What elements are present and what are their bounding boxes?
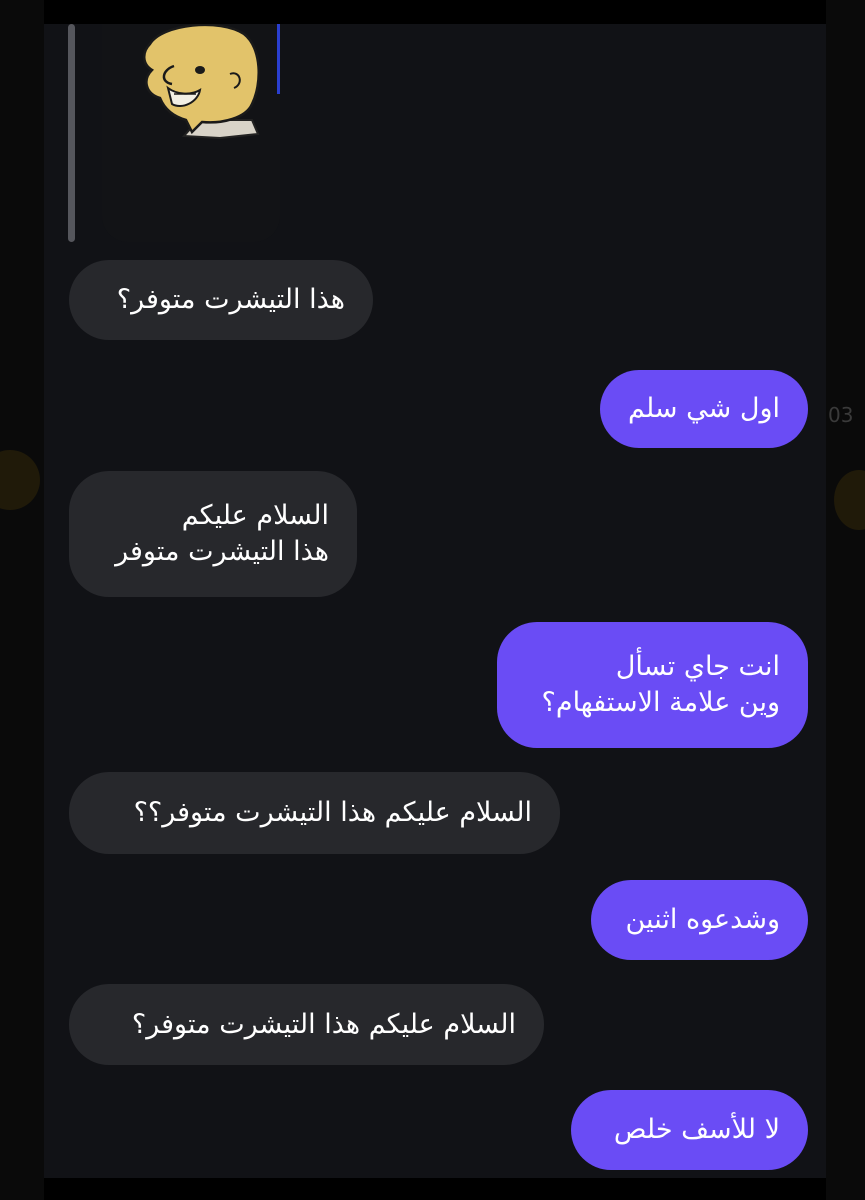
background-blur	[834, 470, 865, 530]
message-text: اول شي سلم	[628, 393, 780, 424]
background-left-strip	[0, 0, 44, 1200]
message-text: السلام عليكم	[181, 500, 329, 531]
message-bubble-incoming[interactable]: السلام عليكم هذا التيشرت متوفر؟؟	[69, 772, 560, 854]
message-bubble-outgoing[interactable]: وشدعوه اثنين	[591, 880, 808, 960]
message-text: هذا التيشرت متوفر؟	[116, 284, 345, 315]
shared-image-card[interactable]	[102, 24, 280, 242]
message-text: السلام عليكم هذا التيشرت متوفر؟؟	[133, 797, 532, 828]
message-bubble-incoming[interactable]: السلام عليكم هذا التيشرت متوفر	[69, 471, 357, 597]
message-text: انت جاي تسأل	[615, 651, 780, 682]
message-bubble-outgoing[interactable]: لا للأسف خلص	[571, 1090, 808, 1170]
message-bubble-outgoing[interactable]: انت جاي تسأل وين علامة الاستفهام؟	[497, 622, 808, 748]
background-right-strip	[826, 0, 865, 1200]
message-text: وشدعوه اثنين	[625, 904, 781, 935]
message-text: هذا التيشرت متوفر	[115, 536, 329, 567]
message-text: وين علامة الاستفهام؟	[541, 687, 780, 718]
cartoon-face-image	[102, 24, 280, 242]
screenshot-frame: 03 هذا التيشرت متوفر؟ اول شي سلم السلام …	[0, 0, 865, 1200]
message-text: لا للأسف خلص	[613, 1114, 780, 1145]
message-bubble-incoming[interactable]: السلام عليكم هذا التيشرت متوفر؟	[69, 984, 544, 1065]
reply-indicator-bar	[68, 24, 75, 242]
background-blur	[0, 450, 40, 510]
background-text: 03	[828, 403, 854, 427]
message-bubble-outgoing[interactable]: اول شي سلم	[600, 370, 808, 448]
message-text: السلام عليكم هذا التيشرت متوفر؟	[131, 1008, 516, 1040]
chat-thread[interactable]: هذا التيشرت متوفر؟ اول شي سلم السلام علي…	[44, 24, 826, 1178]
message-bubble-incoming[interactable]: هذا التيشرت متوفر؟	[69, 260, 373, 340]
image-edge-accent	[277, 24, 280, 94]
